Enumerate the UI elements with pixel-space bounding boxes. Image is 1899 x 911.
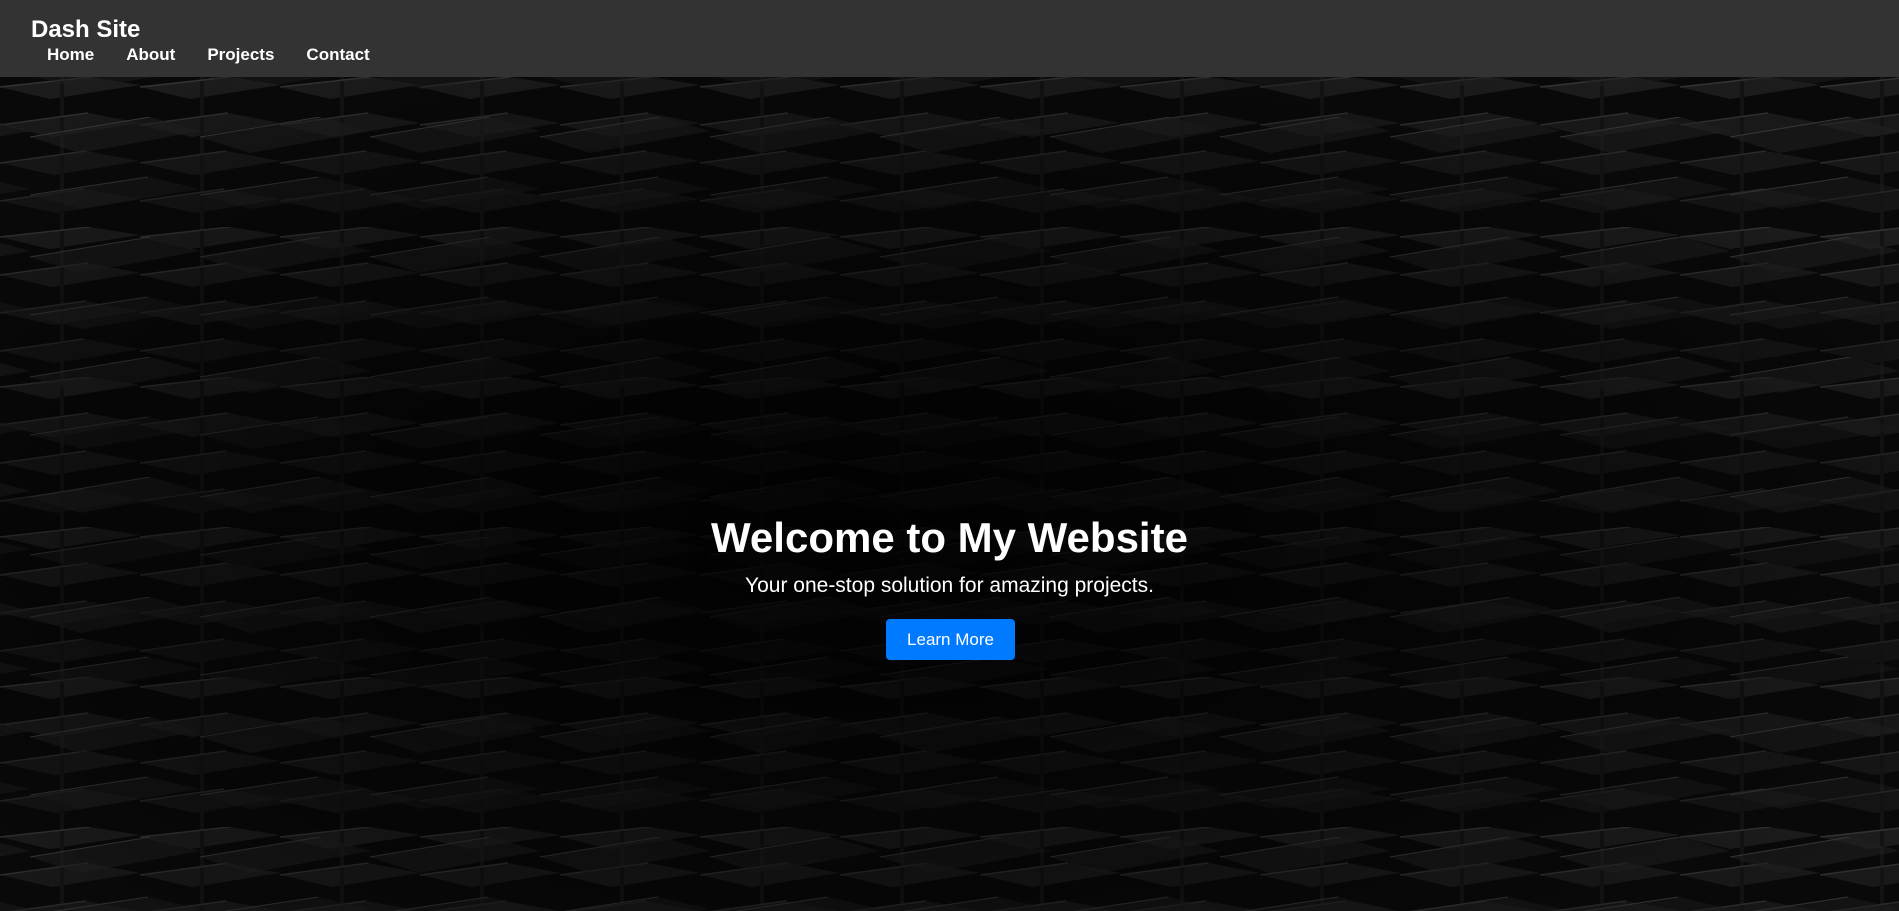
hero-content: Welcome to My Website Your one-stop solu… bbox=[0, 77, 1899, 911]
nav-link-projects[interactable]: Projects bbox=[207, 45, 274, 65]
nav-link-home[interactable]: Home bbox=[47, 45, 94, 65]
nav-link-about[interactable]: About bbox=[126, 45, 175, 65]
top-navbar: Dash Site Home About Projects Contact bbox=[0, 0, 1899, 77]
hero-section: Welcome to My Website Your one-stop solu… bbox=[0, 77, 1899, 911]
nav-link-contact[interactable]: Contact bbox=[306, 45, 369, 65]
hero-title: Welcome to My Website bbox=[711, 514, 1188, 561]
learn-more-button[interactable]: Learn More bbox=[886, 619, 1015, 660]
main-nav: Home About Projects Contact bbox=[31, 45, 1899, 65]
hero-subtitle: Your one-stop solution for amazing proje… bbox=[745, 574, 1154, 597]
site-brand[interactable]: Dash Site bbox=[31, 16, 1899, 44]
